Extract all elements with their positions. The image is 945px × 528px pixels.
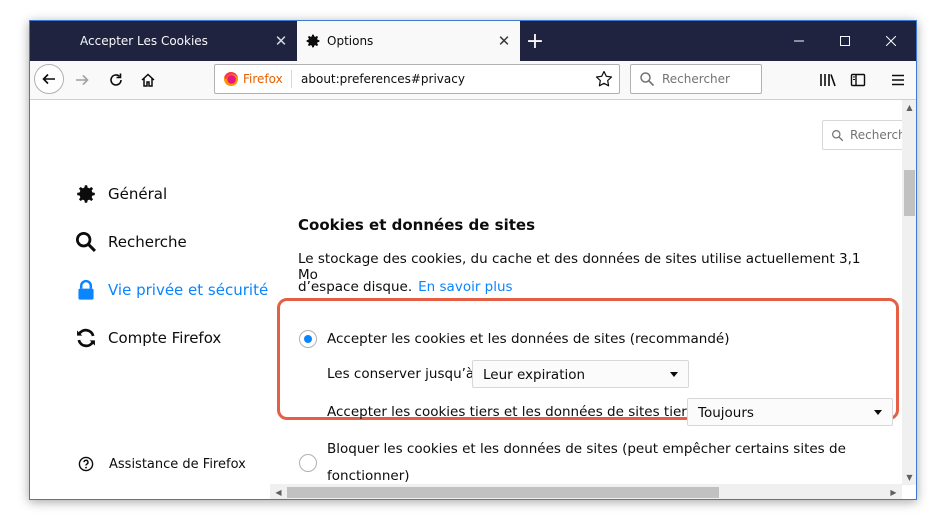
block-cookies-label-line2[interactable]: fonctionner) <box>327 468 410 484</box>
back-button[interactable] <box>34 64 64 94</box>
maximize-button[interactable] <box>822 21 868 61</box>
gear-icon <box>74 182 98 206</box>
scroll-left-icon[interactable]: ◀ <box>270 484 287 499</box>
url-bar[interactable]: Firefox about:preferences#privacy <box>214 64 620 94</box>
storage-description-text: d’espace disque. <box>298 279 413 295</box>
support-link[interactable]: Assistance de Firefox <box>78 456 246 472</box>
support-label: Assistance de Firefox <box>109 456 246 472</box>
firefox-logo-icon <box>224 72 238 86</box>
minimize-icon <box>794 40 804 42</box>
tab-label: Options <box>327 34 374 48</box>
block-cookies-radio[interactable] <box>299 454 317 472</box>
scroll-up-icon[interactable]: ▲ <box>902 100 916 115</box>
keep-until-value: Leur expiration <box>483 367 586 383</box>
search-icon <box>640 72 655 87</box>
third-party-select[interactable]: Toujours <box>687 398 893 426</box>
accept-cookies-label[interactable]: Accepter les cookies et les données de s… <box>327 331 729 347</box>
scroll-thumb[interactable] <box>287 487 719 498</box>
sidebar-item-search[interactable]: Recherche <box>74 228 187 256</box>
search-icon <box>832 130 844 142</box>
search-placeholder: Rechercher <box>662 72 730 86</box>
close-icon[interactable]: ✕ <box>273 32 289 50</box>
sidebar-icon <box>850 73 866 87</box>
sidebar-item-label: Général <box>108 185 168 203</box>
horizontal-scrollbar[interactable]: ◀ ▶ <box>270 484 902 499</box>
home-icon <box>141 73 155 87</box>
reload-icon <box>110 73 122 86</box>
block-cookies-label[interactable]: Bloquer les cookies et les données de si… <box>327 441 846 457</box>
third-party-value: Toujours <box>698 405 754 421</box>
library-button[interactable] <box>814 66 842 94</box>
keep-until-select[interactable]: Leur expiration <box>472 360 689 388</box>
search-icon <box>74 230 98 254</box>
scroll-down-icon[interactable]: ▼ <box>902 470 916 485</box>
scroll-right-icon[interactable]: ▶ <box>885 484 902 499</box>
reload-button[interactable] <box>102 66 130 94</box>
forward-button[interactable] <box>68 66 96 94</box>
sidebar-item-privacy[interactable]: Vie privée et sécurité <box>74 276 268 304</box>
section-title: Cookies et données de sites <box>298 216 535 234</box>
maximize-icon <box>840 36 850 46</box>
minimize-button[interactable] <box>776 21 822 61</box>
arrow-right-icon <box>76 74 89 86</box>
preferences-content: Recherch Général Recherche Vie privée et… <box>30 100 916 499</box>
tab-accepter-cookies[interactable]: Accepter Les Cookies ✕ <box>70 21 297 61</box>
menu-button[interactable] <box>884 66 912 94</box>
sidebar-item-label: Compte Firefox <box>108 329 222 347</box>
vertical-scrollbar[interactable]: ▲ ▼ <box>902 100 916 485</box>
tab-strip: Accepter Les Cookies ✕ Options ✕ + <box>30 21 916 61</box>
url-text[interactable]: about:preferences#privacy <box>301 72 465 86</box>
library-icon <box>820 74 836 87</box>
sidebar-item-label: Recherche <box>108 233 187 251</box>
sidebar-item-firefox-account[interactable]: Compte Firefox <box>74 324 221 352</box>
find-placeholder: Recherch <box>850 128 906 142</box>
search-bar[interactable]: Rechercher <box>630 64 762 94</box>
arrow-left-icon <box>42 73 55 85</box>
help-icon <box>78 456 94 472</box>
learn-more-link[interactable]: En savoir plus <box>418 279 512 295</box>
navigation-bar: Firefox about:preferences#privacy Recher… <box>30 61 916 100</box>
sidebar-button[interactable] <box>844 66 872 94</box>
third-party-label: Accepter les cookies tiers et les donnée… <box>327 404 694 420</box>
home-button[interactable] <box>134 66 162 94</box>
lock-icon <box>74 278 98 302</box>
url-separator <box>291 70 292 88</box>
keep-until-label: Les conserver jusqu’à <box>327 366 475 382</box>
gear-icon <box>306 34 320 48</box>
close-window-button[interactable] <box>868 21 914 61</box>
chevron-down-icon <box>874 410 882 415</box>
identity-label: Firefox <box>243 72 283 86</box>
storage-description-line2: d’espace disque. En savoir plus <box>298 279 878 295</box>
sync-icon <box>74 326 98 350</box>
tab-label: Accepter Les Cookies <box>80 34 208 48</box>
close-icon <box>886 36 896 46</box>
sidebar-item-label: Vie privée et sécurité <box>108 281 269 299</box>
scroll-thumb[interactable] <box>904 170 915 216</box>
star-icon[interactable] <box>595 70 613 88</box>
new-tab-button[interactable]: + <box>522 29 548 54</box>
sidebar-item-general[interactable]: Général <box>74 180 167 208</box>
close-icon[interactable]: ✕ <box>496 32 512 50</box>
tab-options[interactable]: Options ✕ <box>297 21 520 61</box>
chevron-down-icon <box>670 372 678 377</box>
accept-cookies-radio[interactable] <box>299 330 317 348</box>
hamburger-menu-icon <box>892 74 904 86</box>
browser-window: Accepter Les Cookies ✕ Options ✕ + Firef… <box>29 20 917 500</box>
